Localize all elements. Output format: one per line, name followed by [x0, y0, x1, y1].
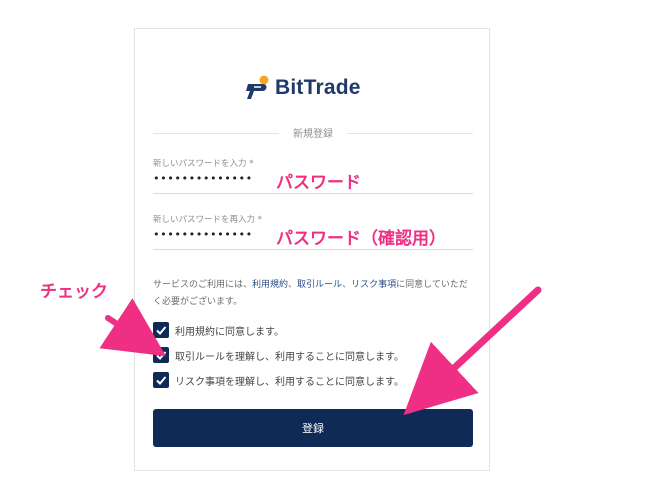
- agree-terms-checkbox[interactable]: [153, 322, 169, 338]
- annotation-password-confirm: パスワード（確認用）: [276, 229, 446, 249]
- bittrade-logo: BitTrade: [245, 71, 385, 105]
- page: BitTrade 新規登録 新しいパスワードを入力 * ••••••••••••…: [0, 0, 650, 501]
- trading-rules-link[interactable]: 取引ルール: [297, 280, 342, 290]
- agree-trading-rules-row[interactable]: 取引ルールを理解し、利用することに同意します。: [153, 346, 404, 364]
- agree-terms-label: 利用規約に同意します。: [175, 326, 284, 338]
- check-icon: [156, 351, 167, 360]
- password-confirm-label: 新しいパスワードを再入力 *: [153, 215, 262, 225]
- password-confirm-input[interactable]: ••••••••••••••: [153, 228, 253, 241]
- terms-link[interactable]: 利用規約: [252, 280, 288, 290]
- register-button[interactable]: 登録: [153, 409, 473, 447]
- risk-link[interactable]: リスク事項: [351, 280, 396, 290]
- annotation-password: パスワード: [276, 173, 361, 193]
- notice-prefix: サービスのご利用には、: [153, 280, 253, 290]
- registration-card: BitTrade 新規登録 新しいパスワードを入力 * ••••••••••••…: [134, 28, 490, 471]
- password-label: 新しいパスワードを入力 *: [153, 159, 254, 169]
- agree-terms-row[interactable]: 利用規約に同意します。: [153, 321, 284, 339]
- agree-risk-label: リスク事項を理解し、利用することに同意します。: [175, 376, 404, 388]
- bittrade-logo-icon: [246, 75, 269, 99]
- check-icon: [156, 326, 167, 335]
- agree-trading-rules-checkbox[interactable]: [153, 347, 169, 363]
- notice-sep-2: 、: [342, 280, 352, 290]
- password-underline: [153, 193, 473, 194]
- divider-right: [347, 133, 473, 134]
- agreement-notice: サービスのご利用には、利用規約、取引ルール、リスク事項に同意していただく必要がご…: [153, 277, 471, 311]
- agree-risk-row[interactable]: リスク事項を理解し、利用することに同意します。: [153, 371, 404, 389]
- check-icon: [156, 376, 167, 385]
- agree-trading-rules-label: 取引ルールを理解し、利用することに同意します。: [175, 351, 404, 363]
- password-input[interactable]: ••••••••••••••: [153, 172, 253, 185]
- agree-risk-checkbox[interactable]: [153, 372, 169, 388]
- brand-name: BitTrade: [275, 76, 361, 99]
- annotation-check: チェック: [40, 282, 108, 302]
- notice-sep-1: 、: [288, 280, 298, 290]
- password-confirm-underline: [153, 249, 473, 250]
